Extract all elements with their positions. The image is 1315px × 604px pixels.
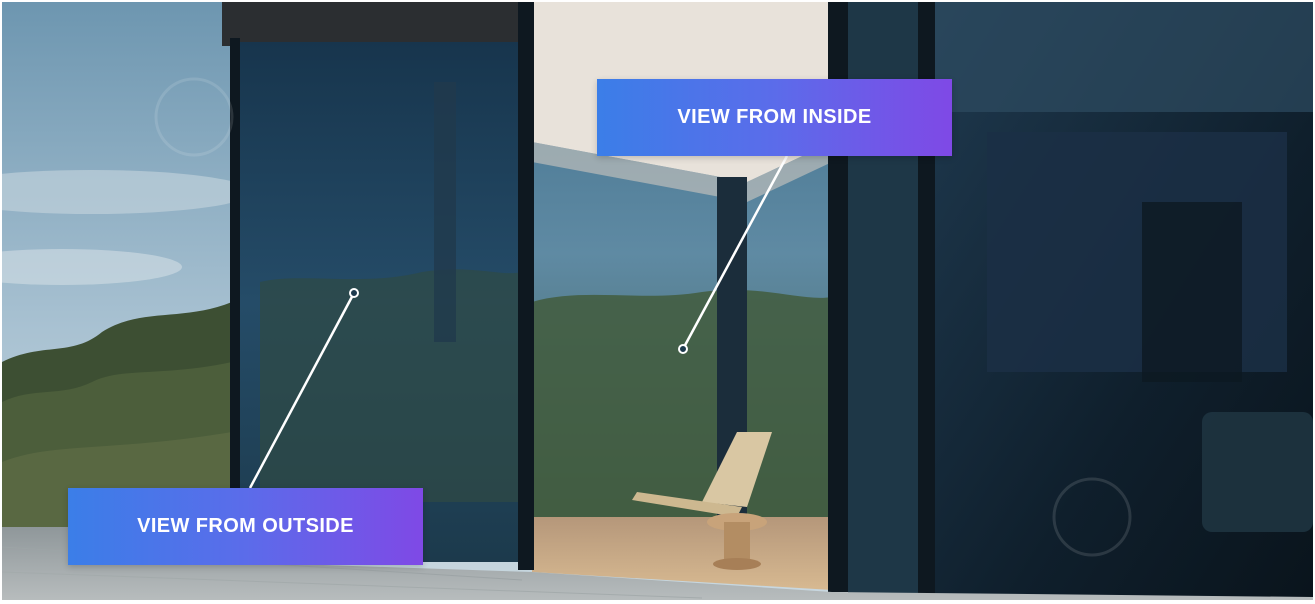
view-from-inside-text: VIEW FROM INSIDE xyxy=(677,106,872,128)
photo-frame: VIEW FROM INSIDE VIEW FROM OUTSIDE xyxy=(2,2,1313,600)
view-from-inside-label: VIEW FROM INSIDE xyxy=(597,79,952,156)
view-from-outside-text: VIEW FROM OUTSIDE xyxy=(137,515,354,537)
view-from-outside-label: VIEW FROM OUTSIDE xyxy=(68,488,423,565)
